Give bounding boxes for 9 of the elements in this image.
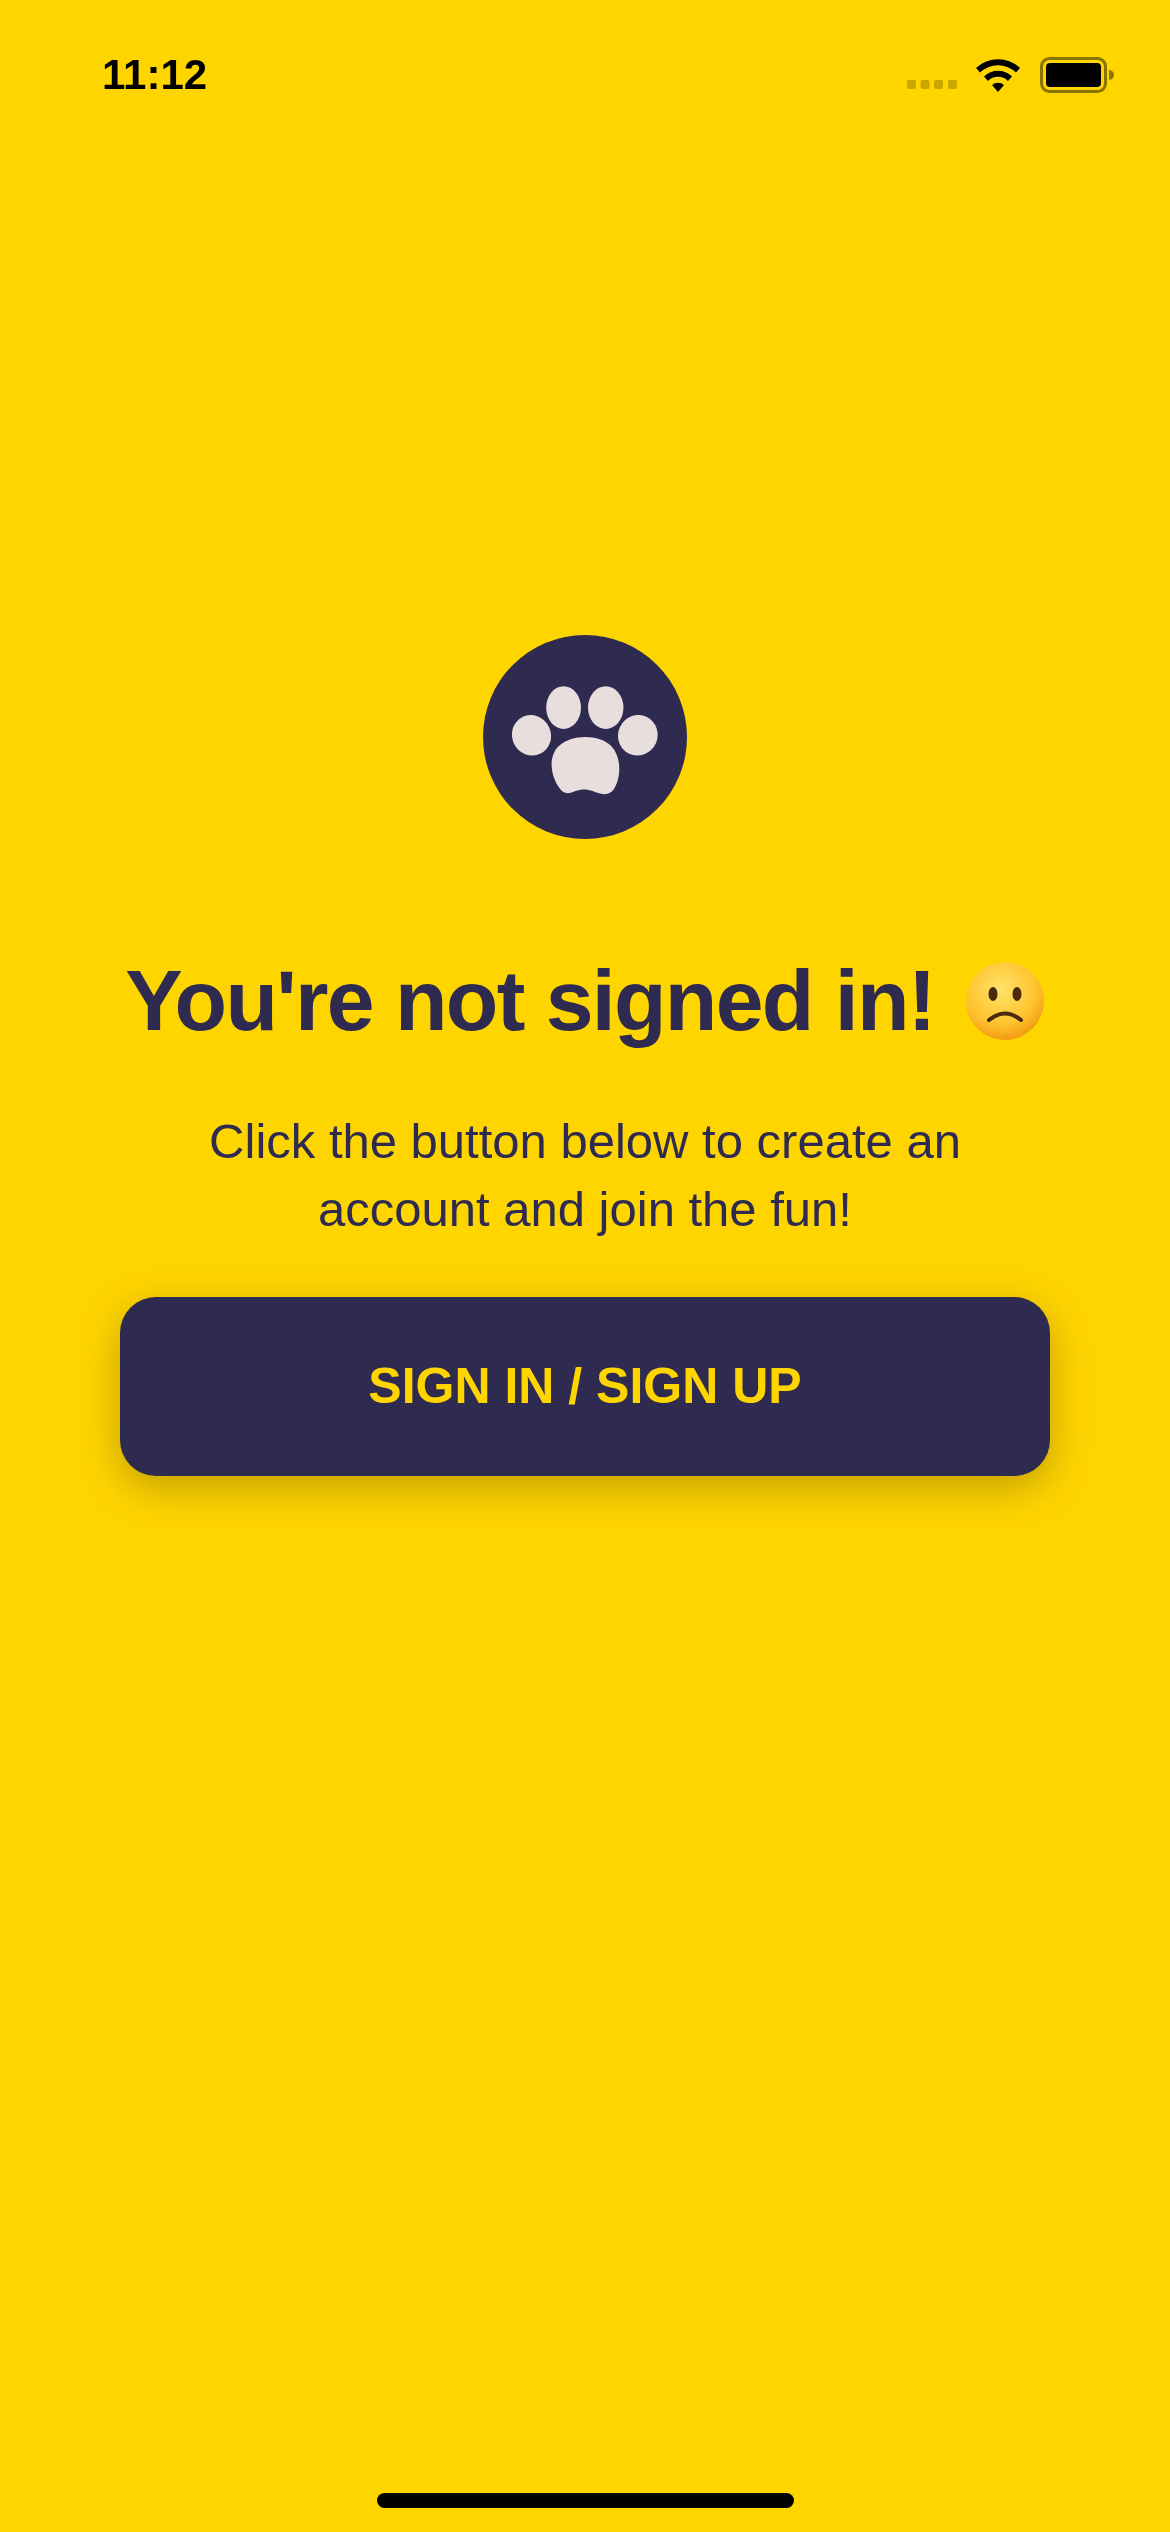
paw-icon (483, 635, 687, 839)
signal-dots-icon (907, 79, 957, 89)
wifi-icon (974, 57, 1022, 93)
sign-in-button[interactable]: SIGN IN / SIGN UP (120, 1297, 1050, 1477)
frowning-face-icon (964, 960, 1045, 1041)
battery-icon (1040, 57, 1114, 93)
message-text: Click the button below to create an account and join the fun! (208, 1113, 962, 1239)
status-time: 11:12 (102, 54, 208, 96)
heading: You're not signed in! (125, 951, 935, 1050)
